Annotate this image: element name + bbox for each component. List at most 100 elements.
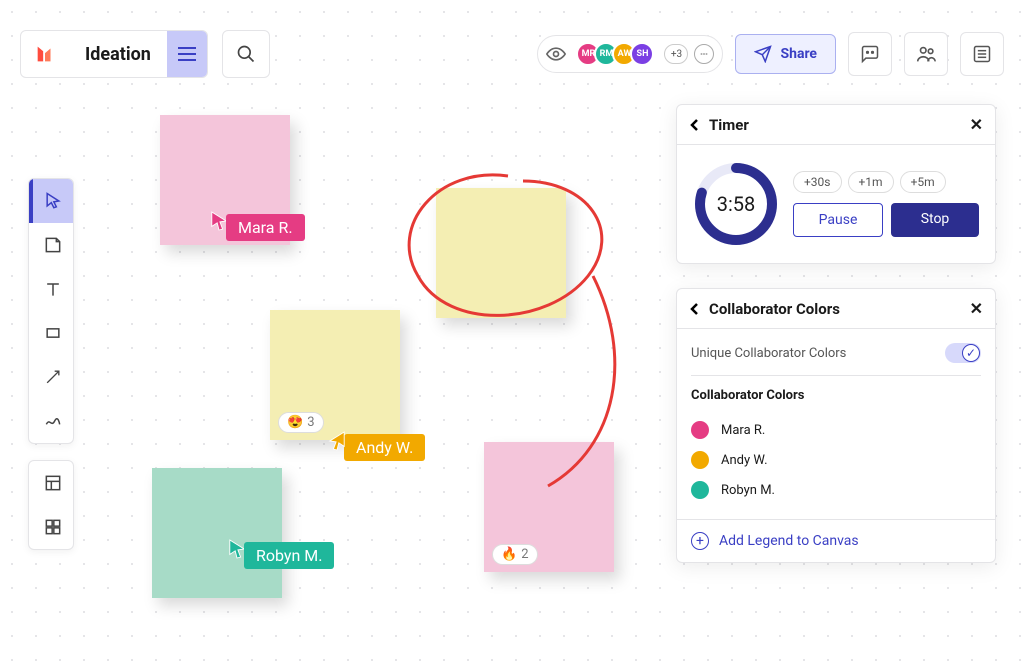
tool-freehand[interactable]	[29, 399, 73, 443]
color-swatch	[691, 421, 709, 439]
legend-name: Mara R.	[721, 423, 765, 438]
unique-colors-label: Unique Collaborator Colors	[691, 346, 846, 361]
lucid-logo-icon	[34, 43, 56, 65]
timer-add-30s[interactable]: +30s	[793, 171, 842, 193]
arrow-icon	[43, 367, 63, 387]
document-menu-button[interactable]	[167, 31, 207, 77]
reaction-count: 2	[521, 547, 528, 562]
tool-sticky-note[interactable]	[29, 223, 73, 267]
rectangle-icon	[43, 323, 63, 343]
canvas[interactable]: Ideation MR RM	[0, 0, 1024, 666]
reaction-pill[interactable]: 😍 3	[278, 412, 324, 433]
people-icon	[915, 43, 937, 65]
close-button[interactable]: ✕	[970, 115, 983, 134]
chat-icon	[860, 44, 880, 64]
collaborators-button[interactable]	[904, 32, 948, 76]
add-legend-label: Add Legend to Canvas	[719, 533, 859, 549]
search-button[interactable]	[222, 30, 270, 78]
collaborator-cursor: Mara R.	[210, 200, 305, 241]
heart-eyes-emoji-icon: 😍	[287, 415, 303, 430]
check-icon: ✓	[962, 344, 980, 362]
legend-name: Andy W.	[721, 453, 768, 468]
tool-frame[interactable]	[29, 461, 73, 505]
outline-button[interactable]	[960, 32, 1004, 76]
tool-line[interactable]	[29, 355, 73, 399]
list-icon	[972, 44, 992, 64]
cursor-label: Mara R.	[226, 214, 305, 241]
sticky-icon	[43, 235, 63, 255]
reaction-pill[interactable]: 🔥 2	[492, 544, 538, 565]
collaborator-cursor: Andy W.	[328, 420, 425, 461]
unique-colors-row: Unique Collaborator Colors ✓	[691, 343, 981, 376]
legend-row: Robyn M.	[691, 475, 981, 505]
header-right: MR RM AW SH +3 Share	[537, 32, 1004, 76]
freehand-annotation	[398, 166, 648, 496]
plus-circle-icon: +	[691, 532, 709, 550]
grid-icon	[43, 517, 63, 537]
unique-colors-toggle[interactable]: ✓	[945, 343, 981, 363]
colors-panel-title: Collaborator Colors	[709, 300, 840, 318]
colors-panel-header: Collaborator Colors ✕	[677, 289, 995, 329]
text-icon	[43, 279, 63, 299]
reaction-count: 3	[307, 415, 314, 430]
paper-plane-icon	[754, 45, 772, 63]
timer-button-row: Pause Stop	[793, 203, 979, 237]
timer-panel: Timer ✕ 3:58 +30s +1m +5m Pause Stop	[676, 104, 996, 264]
cursor-label: Andy W.	[344, 434, 425, 461]
tool-group-primary	[28, 178, 74, 444]
app-logo[interactable]	[21, 31, 69, 77]
share-button[interactable]: Share	[735, 34, 836, 74]
document-title[interactable]: Ideation	[69, 44, 167, 65]
cursor-icon	[328, 430, 346, 452]
presence-comment-icon[interactable]	[694, 44, 714, 64]
avatar-overflow-count[interactable]: +3	[664, 44, 688, 64]
pause-button[interactable]: Pause	[793, 203, 883, 237]
share-button-label: Share	[780, 46, 817, 62]
chevron-left-icon	[689, 118, 701, 132]
header: Ideation MR RM	[20, 30, 1004, 78]
timer-body: 3:58 +30s +1m +5m Pause Stop	[677, 145, 995, 263]
tool-shape[interactable]	[29, 311, 73, 355]
tool-text[interactable]	[29, 267, 73, 311]
timer-controls: +30s +1m +5m Pause Stop	[793, 171, 979, 237]
eye-icon	[546, 44, 566, 64]
cursor-label: Robyn M.	[244, 542, 334, 569]
timer-add-row: +30s +1m +5m	[793, 171, 979, 193]
scribble-icon	[43, 411, 63, 431]
cursor-icon	[43, 191, 63, 211]
document-chip: Ideation	[20, 30, 208, 78]
tool-group-secondary	[28, 460, 74, 550]
collaborator-cursor: Robyn M.	[228, 528, 334, 569]
close-button[interactable]: ✕	[970, 299, 983, 318]
color-swatch	[691, 451, 709, 469]
avatar[interactable]: SH	[630, 42, 654, 66]
back-button[interactable]	[689, 118, 701, 132]
collaborator-colors-panel: Collaborator Colors ✕ Unique Collaborato…	[676, 288, 996, 563]
fire-emoji-icon: 🔥	[501, 547, 517, 562]
add-legend-button[interactable]: + Add Legend to Canvas	[677, 519, 995, 562]
legend-section-title: Collaborator Colors	[691, 388, 981, 403]
timer-add-5m[interactable]: +5m	[900, 171, 946, 193]
comments-button[interactable]	[848, 32, 892, 76]
timer-value: 3:58	[693, 161, 779, 247]
tool-select[interactable]	[29, 179, 73, 223]
timer-title: Timer	[709, 116, 749, 134]
back-button[interactable]	[689, 302, 701, 316]
search-icon	[236, 44, 256, 64]
legend-name: Robyn M.	[721, 483, 775, 498]
tool-templates[interactable]	[29, 505, 73, 549]
colors-panel-body: Unique Collaborator Colors ✓ Collaborato…	[677, 329, 995, 519]
avatar-stack: MR RM AW SH	[576, 42, 654, 66]
timer-add-1m[interactable]: +1m	[848, 171, 894, 193]
frame-icon	[43, 473, 63, 493]
legend-row: Mara R.	[691, 415, 981, 445]
stop-button[interactable]: Stop	[891, 203, 979, 237]
timer-panel-header: Timer ✕	[677, 105, 995, 145]
legend-row: Andy W.	[691, 445, 981, 475]
presence-bar[interactable]: MR RM AW SH +3	[537, 35, 723, 73]
speech-bubble-icon	[698, 48, 710, 60]
left-toolbar	[28, 178, 74, 550]
menu-icon	[178, 47, 196, 61]
color-swatch	[691, 481, 709, 499]
timer-ring: 3:58	[693, 161, 779, 247]
